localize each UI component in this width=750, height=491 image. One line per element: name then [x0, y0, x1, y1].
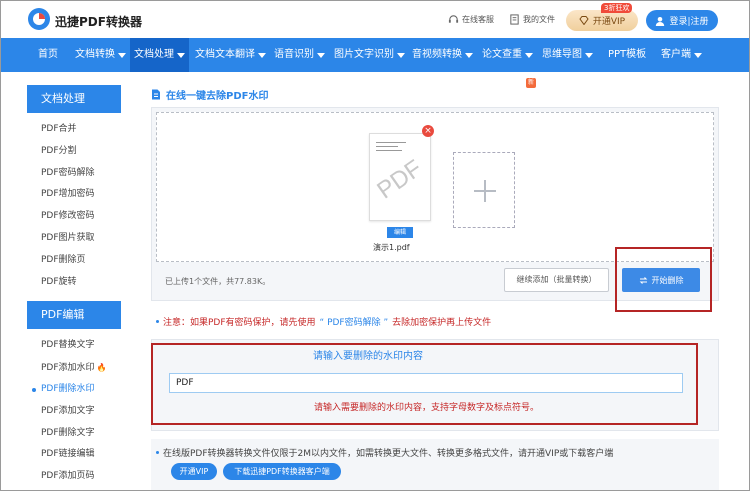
- brand-name[interactable]: 迅捷PDF转换器: [55, 13, 142, 30]
- caret-down-icon: [397, 52, 405, 58]
- sidebar-item-label: PDF添加水印: [41, 363, 95, 374]
- headset-icon: [448, 15, 459, 23]
- online-service-link[interactable]: 在线客服: [448, 14, 494, 25]
- file-drop-zone[interactable]: PDF × 编辑 演示1.pdf: [156, 112, 714, 262]
- caret-down-icon: [258, 52, 266, 58]
- thumbnail-text-lines: [376, 142, 406, 154]
- caret-down-icon: [525, 52, 533, 58]
- nav-doc-convert[interactable]: 文档转换: [75, 38, 126, 72]
- caret-down-icon: [177, 52, 185, 58]
- upload-summary: 已上传1个文件，共77.83K。: [165, 277, 271, 286]
- my-files-link[interactable]: 我的文件: [509, 14, 555, 25]
- login-register-button[interactable]: 登录|注册: [646, 10, 718, 31]
- sidebar-item-pdf-add-page-number[interactable]: PDF添加页码: [27, 466, 121, 488]
- sidebar-section-doc-process: 文档处理: [27, 85, 121, 113]
- sidebar-item-pdf-extract-images[interactable]: PDF图片获取: [27, 228, 121, 250]
- watermark-text-input[interactable]: [169, 373, 683, 393]
- footer-panel: 在线版PDF转换器转换文件仅限于2M以内文件，如需转换更大文件、转换更多格式文件…: [151, 439, 719, 490]
- file-thumbnail[interactable]: PDF: [369, 133, 431, 221]
- user-icon: [656, 16, 665, 26]
- main-nav: 首页 文档转换 文档处理 文档文本翻译 语音识别 图片文字识别 音视频转换 论文…: [1, 38, 749, 88]
- files-label: 我的文件: [523, 15, 555, 24]
- sidebar-item-pdf-add-password[interactable]: PDF增加密码: [27, 184, 121, 206]
- password-notice: 注意：如果PDF有密码保护，请先使用 “ PDF密码解除 ” 去除加密保护再上传…: [156, 315, 491, 328]
- nav-mind-map[interactable]: 思维导图: [542, 38, 593, 72]
- caret-down-icon: [465, 52, 473, 58]
- watermark-input-title: 请输入要删除的水印内容: [313, 351, 423, 362]
- sidebar-item-pdf-rotate[interactable]: PDF旋转: [27, 272, 121, 294]
- plus-icon: [484, 180, 486, 202]
- caret-down-icon: [118, 52, 126, 58]
- nav-speech-recognition[interactable]: 语音识别: [274, 38, 325, 72]
- service-label: 在线客服: [462, 15, 494, 24]
- sidebar-item-pdf-link-edit[interactable]: PDF链接编辑: [27, 444, 121, 466]
- caret-down-icon: [317, 52, 325, 58]
- page-title-text: 在线一键去除PDF水印: [166, 91, 269, 102]
- document-icon: [510, 14, 519, 25]
- vip-promo-badge: 3折狂欢: [601, 3, 633, 13]
- sidebar-item-pdf-delete-pages[interactable]: PDF删除页: [27, 250, 121, 272]
- sidebar-item-pdf-split[interactable]: PDF分割: [27, 141, 121, 163]
- new-badge: 新: [526, 78, 536, 88]
- sidebar-item-pdf-merge[interactable]: PDF合并: [27, 119, 121, 141]
- add-file-tile[interactable]: [453, 152, 515, 228]
- sidebar-item-pdf-add-text[interactable]: PDF添加文字: [27, 401, 121, 423]
- nav-paper-check[interactable]: 论文查重: [482, 38, 533, 72]
- document-icon: [152, 89, 160, 100]
- login-label: 登录|注册: [669, 17, 709, 27]
- edit-file-tag[interactable]: 编辑: [387, 227, 413, 238]
- nav-doc-translate[interactable]: 文档文本翻译: [195, 38, 266, 72]
- sidebar-item-pdf-remove-watermark[interactable]: PDF删除水印: [27, 379, 121, 401]
- nav-home[interactable]: 首页: [38, 38, 58, 72]
- nav-client[interactable]: 客户端: [661, 38, 702, 72]
- footer-limit-notice: 在线版PDF转换器转换文件仅限于2M以内文件，如需转换更大文件、转换更多格式文件…: [156, 446, 613, 459]
- watermark-input-hint: 请输入需要删除的水印内容，支持字母数字及标点符号。: [314, 403, 540, 413]
- sidebar-item-pdf-change-password[interactable]: PDF修改密码: [27, 206, 121, 228]
- caret-down-icon: [585, 52, 593, 58]
- bullet-dot: [156, 320, 159, 323]
- continue-add-button[interactable]: 继续添加（批量转换）: [504, 268, 609, 292]
- notice-suffix: 去除加密保护再上传文件: [392, 318, 492, 328]
- pdf-unlock-link[interactable]: “ PDF密码解除 ”: [320, 315, 389, 328]
- sidebar-item-pdf-unlock[interactable]: PDF密码解除: [27, 163, 121, 185]
- sidebar-item-pdf-delete-text[interactable]: PDF删除文字: [27, 423, 121, 445]
- sidebar-section-pdf-edit: PDF编辑: [27, 301, 121, 330]
- notice-prefix: 注意：如果PDF有密码保护，请先使用: [163, 318, 316, 328]
- page-frame: 迅捷PDF转换器 在线客服 我的文件 开通VIP 3折狂欢 登录|注册 首页 文…: [0, 0, 750, 491]
- nav-image-ocr[interactable]: 图片文字识别: [334, 38, 405, 72]
- vip-label: 开通VIP: [592, 17, 626, 27]
- sidebar: 文档处理 PDF合并 PDF分割 PDF密码解除 PDF增加密码 PDF修改密码…: [27, 85, 121, 490]
- nav-ppt-template[interactable]: PPT模板: [608, 38, 646, 72]
- thumbnail-watermark-text: PDF: [372, 154, 428, 205]
- nav-av-convert[interactable]: 音视频转换: [412, 38, 473, 72]
- brand-logo-icon[interactable]: [27, 7, 51, 31]
- footer-limit-text: 在线版PDF转换器转换文件仅限于2M以内文件，如需转换更大文件、转换更多格式文件…: [163, 449, 614, 459]
- footer-open-vip-button[interactable]: 开通VIP: [171, 463, 217, 480]
- footer-download-client-button[interactable]: 下载迅捷PDF转换器客户端: [223, 463, 341, 480]
- diamond-icon: [579, 16, 589, 25]
- remove-file-icon[interactable]: ×: [422, 125, 434, 137]
- nav-doc-process[interactable]: 文档处理: [130, 38, 189, 72]
- highlight-box-start-button: [615, 247, 712, 312]
- page-title: 在线一键去除PDF水印: [151, 87, 268, 102]
- bullet-dot: [156, 451, 159, 454]
- file-name: 演示1.pdf: [373, 243, 410, 252]
- top-header: 迅捷PDF转换器 在线客服 我的文件 开通VIP 3折狂欢 登录|注册: [1, 1, 749, 38]
- caret-down-icon: [694, 52, 702, 58]
- fire-icon: 🔥: [96, 363, 107, 373]
- open-vip-button[interactable]: 开通VIP: [566, 10, 638, 31]
